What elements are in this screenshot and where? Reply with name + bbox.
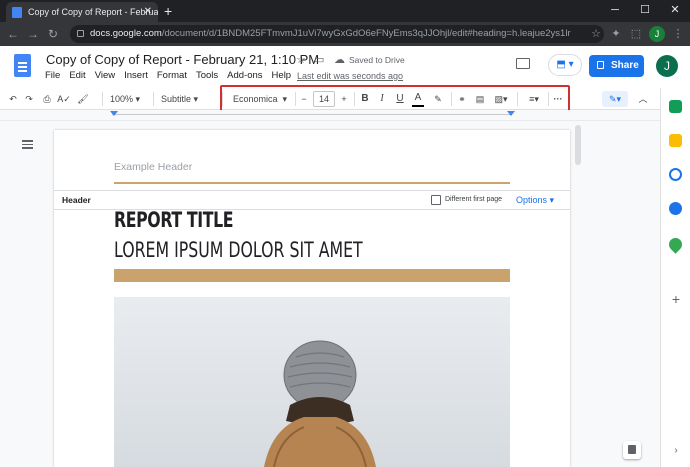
star-icon[interactable]: ☆ [588, 26, 604, 42]
redo-icon[interactable]: ↷ [22, 91, 36, 107]
share-label: Share [611, 60, 639, 71]
get-addons-icon[interactable]: + [670, 291, 682, 307]
add-comment-icon[interactable]: ▤ [473, 91, 487, 107]
document-page[interactable]: Example Header Header Different first pa… [54, 130, 570, 467]
menu-insert[interactable]: Insert [124, 70, 148, 81]
docs-header: Copy of Copy of Report - February 21, 1:… [0, 46, 690, 88]
decrease-font-size-button[interactable]: − [298, 91, 310, 107]
increase-font-size-button[interactable]: + [338, 91, 350, 107]
side-panel: + › [660, 88, 690, 467]
url-field[interactable]: docs.google.com/document/d/1BNDM25FTmvmJ… [70, 25, 604, 43]
header-label: Header [62, 195, 91, 205]
back-icon[interactable]: ← [4, 25, 22, 43]
menu-format[interactable]: Format [157, 70, 187, 81]
align-icon[interactable]: ≡▾ [522, 91, 546, 107]
formatting-toolbar: ↶ ↷ ⎙ A✓ 🖌 100% ▾ Subtitle ▾ Economica ▾… [0, 88, 690, 110]
header-rule [114, 182, 510, 184]
print-icon[interactable]: ⎙ [40, 91, 54, 107]
cloud-saved-icon: ☁ [334, 54, 345, 66]
editing-mode-icon[interactable]: ✎▾ [602, 91, 628, 107]
browser-profile-avatar[interactable]: J [649, 26, 665, 42]
docs-favicon-icon [12, 7, 22, 18]
last-edit-link[interactable]: Last edit was seconds ago [297, 71, 403, 81]
menu-help[interactable]: Help [272, 70, 292, 81]
report-subtitle[interactable]: LOREM IPSUM DOLOR SIT AMET [114, 238, 363, 262]
zoom-select[interactable]: 100% ▾ [110, 91, 148, 107]
right-indent-marker[interactable] [507, 111, 515, 116]
menu-view[interactable]: View [95, 70, 115, 81]
ruler [0, 110, 660, 121]
maps-icon[interactable] [666, 235, 685, 254]
left-indent-marker[interactable] [110, 111, 118, 116]
header-options-button[interactable]: Options ▾ [516, 195, 554, 206]
undo-icon[interactable]: ↶ [6, 91, 20, 107]
menu-tools[interactable]: Tools [196, 70, 218, 81]
underline-button[interactable]: U [394, 91, 406, 107]
show-side-panel-icon[interactable]: › [670, 445, 682, 456]
url-host: docs.google.com [90, 28, 162, 39]
account-avatar[interactable]: J [656, 55, 678, 77]
puzzle-icon[interactable]: ⬚ [628, 26, 644, 42]
menu-addons[interactable]: Add-ons [227, 70, 262, 81]
text-color-button[interactable]: A [412, 91, 424, 107]
close-tab-icon[interactable]: ✕ [144, 2, 152, 22]
document-outline-icon[interactable] [22, 140, 33, 152]
decorative-band [114, 269, 510, 282]
saved-status: Saved to Drive [349, 55, 405, 65]
sheets-icon[interactable] [669, 100, 682, 113]
more-options-button[interactable]: ··· [551, 91, 565, 107]
contacts-icon[interactable] [669, 202, 682, 215]
spellcheck-icon[interactable]: A✓ [57, 91, 71, 107]
menu-bar: File Edit View Insert Format Tools Add-ons Help [45, 70, 300, 81]
more-menu-icon[interactable]: ⋮ [670, 26, 686, 42]
font-select[interactable]: Economica ▾ [233, 91, 293, 107]
new-tab-button[interactable]: + [164, 2, 172, 20]
bold-button[interactable]: B [359, 91, 371, 107]
close-window-icon[interactable]: ✕ [660, 0, 690, 22]
insert-image-icon[interactable]: ▨▾ [490, 91, 512, 107]
menu-edit[interactable]: Edit [69, 70, 85, 81]
explore-icon[interactable] [623, 441, 641, 459]
keep-icon[interactable] [669, 134, 682, 147]
forward-icon[interactable]: → [24, 25, 42, 43]
share-button[interactable]: Share [589, 55, 644, 77]
tasks-icon[interactable] [669, 168, 682, 181]
address-bar-row: ← → ↻ docs.google.com/document/d/1BNDM25… [0, 22, 690, 46]
maximize-icon[interactable]: ☐ [630, 0, 660, 22]
cover-photo[interactable] [114, 297, 510, 467]
different-first-page-checkbox[interactable] [431, 195, 441, 205]
different-first-page-label: Different first page [445, 196, 503, 203]
move-folder-icon[interactable]: ▭ [314, 53, 324, 66]
url-path: /document/d/1BNDM25FTmvmJ1uVi7wyGxGdO6eF… [161, 28, 571, 39]
style-select[interactable]: Subtitle ▾ [161, 91, 213, 107]
scrollbar[interactable] [574, 121, 582, 467]
star-doc-icon[interactable]: ☆ [296, 53, 306, 66]
highlight-color-icon[interactable]: ✎ [431, 91, 445, 107]
menu-file[interactable]: File [45, 70, 60, 81]
reload-icon[interactable]: ↻ [44, 25, 62, 43]
comment-history-icon[interactable] [516, 58, 530, 69]
present-button[interactable]: ⬒ ▾ [548, 54, 582, 76]
italic-button[interactable]: I [376, 91, 388, 107]
browser-tab-strip: Copy of Copy of Report - Februa ✕ + ─ ☐ … [0, 0, 690, 22]
collapse-menus-icon[interactable]: ︿ [636, 91, 650, 107]
docs-logo-icon[interactable] [14, 54, 31, 77]
share-lock-icon [597, 61, 604, 69]
paint-format-icon[interactable]: 🖌 [76, 91, 90, 107]
browser-tab[interactable]: Copy of Copy of Report - Februa ✕ [6, 2, 158, 22]
lock-icon [77, 30, 84, 37]
header-text[interactable]: Example Header [114, 161, 192, 173]
tab-title: Copy of Copy of Report - Februa [28, 7, 158, 17]
person-beanie-photo [114, 297, 510, 467]
document-title[interactable]: Copy of Copy of Report - February 21, 1:… [46, 52, 319, 67]
minimize-icon[interactable]: ─ [600, 0, 630, 22]
header-options-bar: Header Different first page Options ▾ [54, 190, 570, 210]
extensions-icon[interactable]: ✦ [608, 26, 624, 42]
report-title[interactable]: REPORT TITLE [114, 208, 233, 232]
font-size-input[interactable]: 14 [313, 91, 335, 107]
insert-link-icon[interactable]: ⚭ [455, 91, 469, 107]
